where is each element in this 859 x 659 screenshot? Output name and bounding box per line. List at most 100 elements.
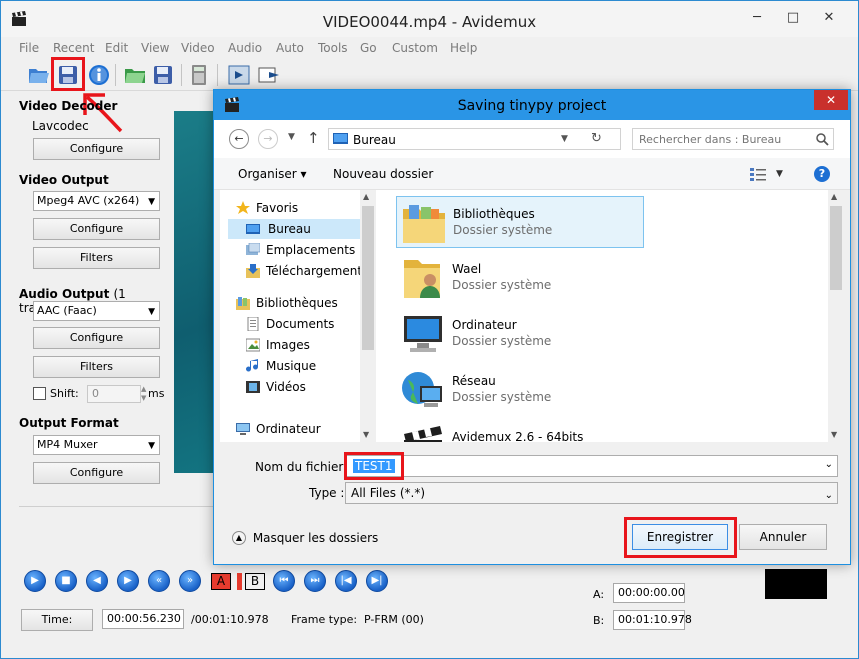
dropdown-arrow-icon[interactable]: ⌄ — [825, 459, 833, 470]
shift-label: Shift: — [50, 387, 79, 400]
file-list-scroll-thumb[interactable] — [830, 206, 842, 290]
horizontal-scrollbar[interactable] — [19, 506, 213, 512]
address-dropdown-icon[interactable]: ▼ — [561, 134, 568, 144]
format-configure-button[interactable]: Configure — [33, 462, 160, 484]
menu-file[interactable]: File — [19, 41, 39, 55]
previous-keyframe-button[interactable]: ⏮ — [273, 570, 295, 592]
tree-item-musique[interactable]: Musique — [244, 356, 370, 376]
go-to-start-button[interactable]: |◀ — [335, 570, 357, 592]
output-mode-icon[interactable] — [257, 63, 281, 87]
go-to-end-button[interactable]: ▶| — [366, 570, 388, 592]
video-output-select[interactable]: Mpeg4 AVC (x264) ▼ — [33, 191, 160, 211]
view-dropdown-icon[interactable]: ▼ — [776, 169, 783, 179]
menu-custom[interactable]: Custom — [392, 41, 438, 55]
scroll-up-icon[interactable]: ▲ — [831, 192, 837, 201]
search-input[interactable] — [639, 131, 809, 147]
tree-item-favoris[interactable]: Favoris — [220, 198, 360, 218]
decoder-configure-button[interactable]: Configure — [33, 138, 160, 160]
info-icon[interactable] — [87, 63, 111, 87]
arrow-left-icon: ← — [234, 132, 244, 145]
minimize-button[interactable]: ─ — [743, 7, 771, 29]
tree-item-bibliotheques[interactable]: Bibliothèques — [220, 293, 360, 313]
calculator-icon[interactable] — [187, 63, 211, 87]
tree-item-emplacements[interactable]: Emplacements ré — [244, 240, 370, 260]
menu-edit[interactable]: Edit — [105, 41, 128, 55]
audio-output-select[interactable]: AAC (Faac) ▼ — [33, 301, 160, 321]
refresh-icon[interactable]: ↻ — [591, 131, 602, 146]
cancel-button[interactable]: Annuler — [739, 524, 827, 550]
close-button[interactable]: ✕ — [815, 7, 843, 29]
tree-item-documents[interactable]: Documents — [244, 314, 370, 334]
file-item-ordinateur[interactable]: Ordinateur Dossier système — [396, 308, 644, 360]
new-folder-button[interactable]: Nouveau dossier — [333, 167, 433, 181]
scroll-up-icon[interactable]: ▲ — [363, 192, 369, 201]
video-decoder-heading: Video Decoder — [19, 99, 118, 113]
maximize-button[interactable]: □ — [779, 7, 807, 29]
file-item-avidemux-shortcut[interactable]: Avidemux 2.6 - 64bits Raccourci — [396, 420, 644, 442]
tree-item-bureau[interactable]: Bureau — [228, 219, 364, 239]
chevron-up-icon: ▲ — [232, 530, 246, 545]
set-marker-b-button[interactable]: B — [245, 573, 265, 590]
tree-scrollbar[interactable]: ▲ ▼ — [360, 190, 376, 442]
forward-button[interactable]: → — [258, 129, 278, 149]
arrow-right-icon: ▶ — [124, 575, 132, 586]
rewind-button[interactable]: « — [148, 570, 170, 592]
menu-auto[interactable]: Auto — [276, 41, 304, 55]
open-project-icon[interactable] — [123, 63, 147, 87]
file-type-select[interactable]: All Files (*.*) ⌄ — [345, 482, 838, 504]
file-item-wael[interactable]: Wael Dossier système — [396, 252, 644, 304]
menu-tools[interactable]: Tools — [318, 41, 348, 55]
file-item-reseau[interactable]: Réseau Dossier système — [396, 364, 644, 416]
next-keyframe-button[interactable]: ⏭ — [304, 570, 326, 592]
dialog-titlebar: Saving tinypy project ✕ — [214, 90, 850, 120]
next-frame-button[interactable]: ▶ — [117, 570, 139, 592]
scroll-down-icon[interactable]: ▼ — [831, 430, 837, 439]
menu-audio[interactable]: Audio — [228, 41, 262, 55]
audio-configure-button[interactable]: Configure — [33, 327, 160, 349]
save-project-icon[interactable] — [151, 63, 175, 87]
menu-view[interactable]: View — [141, 41, 169, 55]
fast-forward-button[interactable]: » — [179, 570, 201, 592]
shift-checkbox[interactable] — [33, 387, 46, 400]
menu-video[interactable]: Video — [181, 41, 215, 55]
file-item-bibliotheques[interactable]: Bibliothèques Dossier système — [396, 196, 644, 248]
tree-item-telechargements[interactable]: Téléchargements — [244, 261, 370, 281]
set-marker-a-button[interactable]: A — [211, 573, 231, 590]
back-button[interactable]: ← — [229, 129, 249, 149]
menu-recent[interactable]: Recent — [53, 41, 94, 55]
file-list-scrollbar[interactable]: ▲ ▼ — [828, 190, 844, 442]
tree-item-images[interactable]: Images — [244, 335, 370, 355]
input-mode-icon[interactable] — [227, 63, 251, 87]
video-configure-button[interactable]: Configure — [33, 218, 160, 240]
menu-go[interactable]: Go — [360, 41, 377, 55]
stop-button[interactable]: ■ — [55, 570, 77, 592]
time-button[interactable]: Time: — [21, 609, 93, 631]
view-options-icon[interactable] — [750, 167, 768, 181]
dialog-close-button[interactable]: ✕ — [814, 90, 848, 110]
audio-filters-button[interactable]: Filters — [33, 356, 160, 378]
up-folder-button[interactable]: ↑ — [307, 129, 320, 147]
search-box[interactable] — [632, 128, 834, 150]
play-button[interactable]: ▶ — [24, 570, 46, 592]
shift-unit: ms — [148, 387, 165, 400]
current-time-field[interactable]: 00:00:56.230 — [102, 609, 184, 629]
dropdown-arrow-icon: ▼ — [148, 307, 155, 317]
organize-menu[interactable]: Organiser ▾ — [238, 167, 306, 181]
tree-item-ordinateur[interactable]: Ordinateur — [220, 419, 360, 439]
output-format-select[interactable]: MP4 Muxer ▼ — [33, 435, 160, 455]
menu-help[interactable]: Help — [450, 41, 477, 55]
left-panel: Video Decoder Lavcodec Configure Video O… — [1, 93, 173, 513]
address-bar[interactable]: Bureau ▼ ↻ — [328, 128, 621, 150]
shift-input[interactable]: 0 — [87, 385, 141, 403]
hide-folders-toggle[interactable]: ▲ Masquer les dossiers — [232, 530, 378, 545]
open-folder-icon[interactable] — [27, 63, 51, 87]
tree-scroll-thumb[interactable] — [362, 206, 374, 350]
tree-item-videos[interactable]: Vidéos — [244, 377, 370, 397]
video-filters-button[interactable]: Filters — [33, 247, 160, 269]
help-icon[interactable]: ? — [814, 166, 830, 182]
recent-locations-dropdown[interactable]: ▼ — [288, 132, 295, 142]
scroll-down-icon[interactable]: ▼ — [363, 430, 369, 439]
marker-b-label: B: — [593, 614, 605, 627]
filename-input[interactable]: TEST1 ⌄ — [345, 455, 838, 477]
previous-frame-button[interactable]: ◀ — [86, 570, 108, 592]
